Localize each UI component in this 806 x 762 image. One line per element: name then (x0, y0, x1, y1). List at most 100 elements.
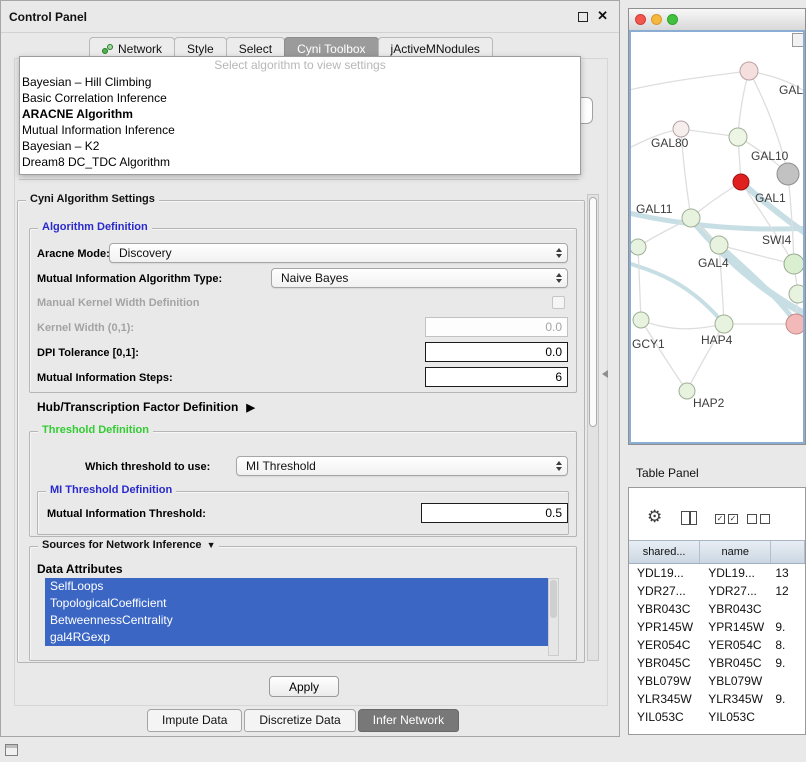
network-node[interactable] (786, 314, 803, 334)
algorithm-option[interactable]: Dream8 DC_TDC Algorithm (20, 154, 580, 170)
aracne-mode-select[interactable]: Discovery (109, 243, 568, 263)
attribute-list-item[interactable]: BetweennessCentrality (45, 612, 548, 629)
network-node[interactable] (715, 315, 733, 333)
table-row[interactable]: YPR145WYPR145W9. (629, 618, 805, 636)
table-column-header[interactable]: shared... (629, 541, 700, 563)
table-cell: YLR345W (700, 690, 771, 708)
list-scrollbar[interactable] (548, 578, 559, 656)
table-cell: YBR045C (629, 654, 700, 672)
which-threshold-value: MI Threshold (246, 459, 316, 474)
collapse-caret-icon[interactable]: ▼ (207, 540, 216, 550)
table-row[interactable]: YLR345WYLR345W9. (629, 690, 805, 708)
table-row[interactable]: YDL19...YDL19...13 (629, 564, 805, 582)
hidden-groupbox-edge (19, 179, 579, 180)
gear-icon[interactable]: ⚙ (647, 508, 662, 525)
dpi-tolerance-label: DPI Tolerance [0,1]: (37, 347, 139, 359)
table-cell: YER054C (629, 636, 700, 654)
network-node[interactable] (729, 128, 747, 146)
dpi-tolerance-input[interactable] (425, 342, 568, 362)
table-row[interactable]: YBR043CYBR043C (629, 600, 805, 618)
tab-impute-data[interactable]: Impute Data (147, 709, 242, 732)
table-cell: YBR043C (629, 600, 700, 618)
close-traffic-icon[interactable] (635, 14, 646, 25)
minimize-traffic-icon[interactable] (651, 14, 662, 25)
table-row[interactable]: YER054CYER054C8. (629, 636, 805, 654)
which-threshold-label: Which threshold to use: (85, 461, 210, 473)
table-cell: 12 (771, 582, 805, 600)
network-node[interactable] (673, 121, 689, 137)
combo-arrows-icon (556, 461, 562, 471)
mi-threshold-input[interactable] (421, 503, 568, 523)
mi-threshold-title: MI Threshold Definition (46, 484, 176, 496)
tab-infer-network[interactable]: Infer Network (358, 709, 459, 732)
minimized-panel-icon[interactable] (5, 744, 18, 756)
node-label: GAL80 (651, 136, 689, 150)
manual-kernel-label: Manual Kernel Width Definition (37, 297, 199, 309)
network-canvas[interactable]: GALGAL80GAL10GAL1GAL11SWI4GAL4GCY1HAP4HA… (629, 30, 805, 444)
algorithm-option[interactable]: Mutual Information Inference (20, 122, 580, 138)
settings-scroll-thumb[interactable] (589, 197, 597, 427)
which-threshold-select[interactable]: MI Threshold (236, 456, 568, 476)
zoom-traffic-icon[interactable] (667, 14, 678, 25)
network-graph-svg[interactable]: GALGAL80GAL10GAL1GAL11SWI4GAL4GCY1HAP4HA… (631, 32, 803, 444)
sources-title-text: Sources for Network Inference (42, 539, 202, 551)
node-label: GAL4 (698, 256, 729, 270)
attribute-list-item[interactable]: gal4RGexp (45, 629, 548, 646)
kernel-width-label: Kernel Width (0,1): (37, 322, 134, 334)
algorithm-option[interactable]: ARACNE Algorithm (20, 106, 580, 122)
expand-arrow-icon[interactable]: ▶ (246, 402, 254, 414)
deselect-all-checkboxes-icon[interactable] (747, 514, 770, 524)
table-panel-title: Table Panel (636, 466, 699, 480)
table-column-header[interactable]: name (700, 541, 771, 563)
mi-steps-input[interactable] (425, 367, 568, 387)
settings-scrollbar[interactable] (587, 194, 599, 661)
table-header-row: shared...name (629, 540, 805, 564)
network-window-titlebar[interactable] (629, 9, 805, 31)
combo-arrows-icon (556, 273, 562, 283)
birdseye-toggle-icon[interactable] (792, 33, 805, 47)
table-cell: YDR27... (629, 582, 700, 600)
mi-type-value: Naive Bayes (281, 271, 348, 286)
splitter-collapse-icon[interactable] (602, 370, 608, 378)
table-row[interactable]: YIL053CYIL053C (629, 708, 805, 726)
network-node[interactable] (789, 285, 803, 303)
mi-type-select[interactable]: Naive Bayes (271, 268, 568, 288)
attribute-list-item[interactable]: SelfLoops (45, 578, 548, 595)
bottom-tab-bar: Impute DataDiscretize DataInfer Network (147, 709, 461, 732)
close-icon[interactable]: ✕ (597, 8, 608, 24)
network-view-window: GALGAL80GAL10GAL1GAL11SWI4GAL4GCY1HAP4HA… (628, 8, 806, 445)
network-node[interactable] (631, 239, 646, 255)
network-node[interactable] (777, 163, 799, 185)
combo-arrows-icon (556, 248, 562, 258)
float-window-icon[interactable] (578, 12, 588, 22)
node-label: GAL (779, 83, 803, 97)
table-row[interactable]: YDR27...YDR27...12 (629, 582, 805, 600)
apply-button[interactable]: Apply (269, 676, 339, 697)
table-row[interactable]: YBR045CYBR045C9. (629, 654, 805, 672)
network-node[interactable] (740, 62, 758, 80)
network-node[interactable] (633, 312, 649, 328)
table-row[interactable]: YBL079WYBL079W (629, 672, 805, 690)
network-node[interactable] (710, 236, 728, 254)
network-node[interactable] (682, 209, 700, 227)
node-label: HAP2 (693, 396, 725, 410)
table-cell: YER054C (700, 636, 771, 654)
network-tab-icon (102, 44, 113, 54)
hub-section-label[interactable]: Hub/Transcription Factor Definition▶ (37, 400, 255, 414)
network-node[interactable] (733, 174, 749, 190)
columns-icon[interactable] (681, 511, 697, 525)
table-cell: YDL19... (629, 564, 700, 582)
list-scroll-thumb[interactable] (550, 580, 557, 618)
tab-discretize-data[interactable]: Discretize Data (244, 709, 355, 732)
control-panel-titlebar: Control Panel ✕ (1, 1, 619, 33)
network-node[interactable] (784, 254, 803, 274)
cyni-settings-title: Cyni Algorithm Settings (26, 193, 159, 205)
algorithm-option[interactable]: Bayesian – K2 (20, 138, 580, 154)
algorithm-option[interactable]: Basic Correlation Inference (20, 90, 580, 106)
table-column-header[interactable] (771, 541, 805, 563)
select-all-checkboxes-icon[interactable] (715, 514, 738, 524)
attribute-list-item[interactable]: TopologicalCoefficient (45, 595, 548, 612)
algorithm-option[interactable]: Bayesian – Hill Climbing (20, 74, 580, 90)
table-cell: YIL053C (629, 708, 700, 726)
table-cell: YDL19... (700, 564, 771, 582)
